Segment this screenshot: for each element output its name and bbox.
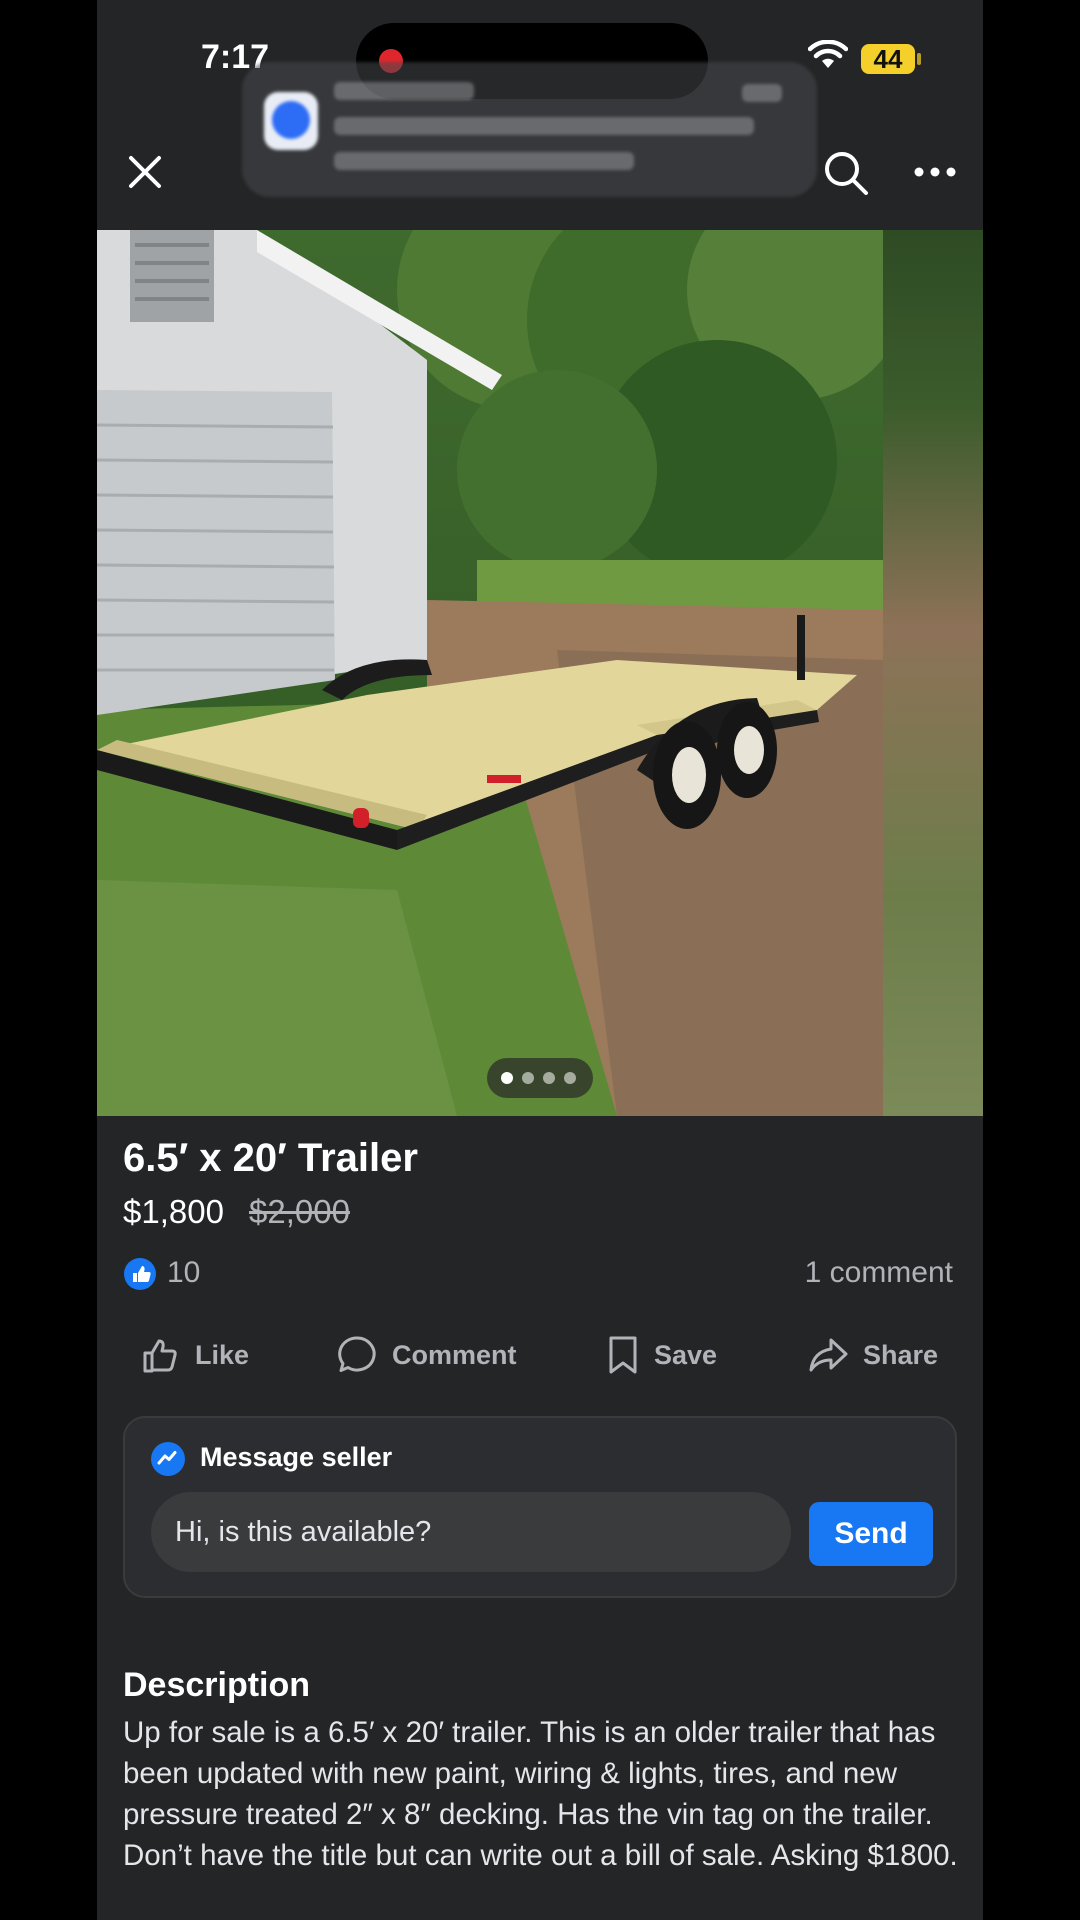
share-button[interactable]: Share xyxy=(807,1330,938,1380)
like-label: Like xyxy=(195,1339,250,1370)
notification-sender xyxy=(334,82,474,100)
more-options-icon[interactable] xyxy=(913,162,957,182)
marketplace-listing-screen: 7:17 44 6.5′ x 20′ Trailer $1,800 $2,000… xyxy=(97,0,983,1920)
listing-price: $1,800 xyxy=(123,1193,224,1230)
trailer-photo-illustration xyxy=(97,230,883,1116)
page-dot xyxy=(522,1072,534,1084)
share-arrow-icon xyxy=(809,1338,848,1372)
listing-photo[interactable] xyxy=(97,230,883,1116)
close-icon[interactable] xyxy=(125,152,165,192)
message-input[interactable] xyxy=(151,1492,791,1572)
wifi-icon xyxy=(808,40,848,68)
save-label: Save xyxy=(654,1339,718,1370)
page-dot xyxy=(564,1072,576,1084)
battery-indicator: 44 xyxy=(861,44,915,74)
photo-pagination xyxy=(487,1058,593,1098)
bookmark-icon xyxy=(609,1336,637,1374)
notification-time xyxy=(742,84,782,102)
share-label: Share xyxy=(863,1339,939,1370)
messenger-icon xyxy=(151,1442,185,1476)
save-button[interactable]: Save xyxy=(606,1330,717,1380)
send-button[interactable]: Send xyxy=(809,1502,933,1566)
page-dot-active xyxy=(501,1072,513,1084)
comment-bubble-icon xyxy=(338,1336,376,1372)
like-reaction-icon[interactable] xyxy=(124,1258,156,1290)
messenger-notification-banner[interactable] xyxy=(242,62,817,197)
original-price: $2,000 xyxy=(249,1193,350,1230)
battery-tip xyxy=(917,53,921,65)
description-heading: Description xyxy=(123,1666,311,1704)
thumbs-up-icon xyxy=(143,1339,177,1373)
comment-count[interactable]: 1 comment xyxy=(805,1256,953,1290)
listing-title: 6.5′ x 20′ Trailer xyxy=(123,1136,418,1180)
search-icon[interactable] xyxy=(821,148,871,198)
like-count[interactable]: 10 xyxy=(167,1256,200,1290)
notification-subject xyxy=(334,117,754,135)
messenger-app-icon xyxy=(264,92,318,150)
like-button[interactable]: Like xyxy=(141,1330,249,1380)
page-dot xyxy=(543,1072,555,1084)
message-seller-title: Message seller xyxy=(200,1442,393,1472)
description-text: Up for sale is a 6.5′ x 20′ trailer. Thi… xyxy=(123,1716,958,1872)
message-seller-card: Message seller Send xyxy=(123,1416,957,1598)
comment-label: Comment xyxy=(392,1339,517,1370)
comment-button[interactable]: Comment xyxy=(336,1330,517,1380)
next-photo-preview[interactable] xyxy=(883,230,983,1116)
notification-preview xyxy=(334,152,634,170)
